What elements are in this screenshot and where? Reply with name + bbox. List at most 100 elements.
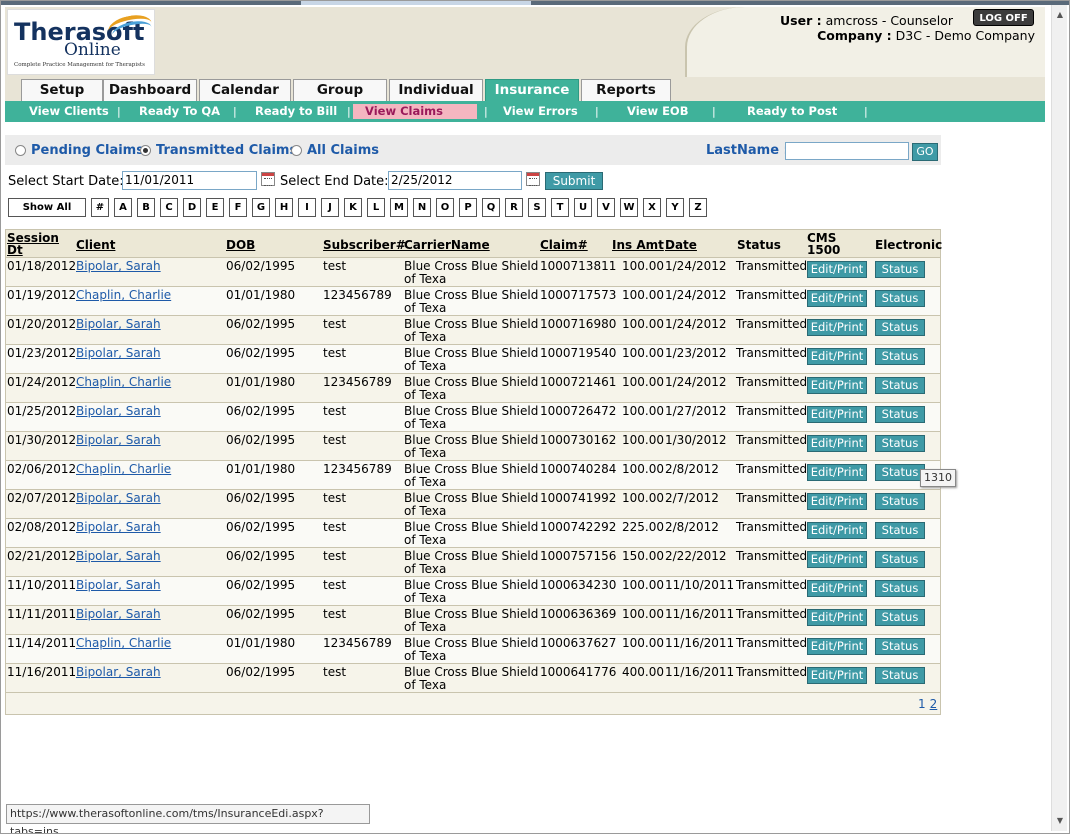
cell-client-link[interactable]: Chaplin, Charlie bbox=[76, 463, 171, 476]
status-button[interactable]: Status bbox=[875, 638, 925, 655]
subnav-ready-to-bill[interactable]: Ready to Bill bbox=[255, 104, 337, 119]
letter-button[interactable]: T bbox=[551, 198, 569, 217]
status-button[interactable]: Status bbox=[875, 261, 925, 278]
letter-button[interactable]: E bbox=[206, 198, 224, 217]
subnav-view-claims[interactable]: View Claims bbox=[353, 104, 477, 119]
therasoft-logo[interactable]: Therasoft Online Complete Practice Manag… bbox=[7, 9, 155, 75]
letter-button[interactable]: O bbox=[436, 198, 454, 217]
cell-client-link[interactable]: Bipolar, Sarah bbox=[76, 579, 161, 592]
edit-print-button[interactable]: Edit/Print bbox=[807, 464, 867, 481]
radio-label-all[interactable]: All Claims bbox=[307, 143, 379, 158]
tab-dashboard[interactable]: Dashboard bbox=[103, 79, 197, 101]
letter-button[interactable]: A bbox=[114, 198, 132, 217]
cell-client-link[interactable]: Bipolar, Sarah bbox=[76, 434, 161, 447]
cell-client-link[interactable]: Bipolar, Sarah bbox=[76, 666, 161, 679]
cell-client-link[interactable]: Bipolar, Sarah bbox=[76, 405, 161, 418]
cell-client-link[interactable]: Bipolar, Sarah bbox=[76, 550, 161, 563]
subnav-view-clients[interactable]: View Clients bbox=[29, 104, 109, 119]
letter-button[interactable]: W bbox=[620, 198, 638, 217]
letter-button[interactable]: J bbox=[321, 198, 339, 217]
subnav-view-eob[interactable]: View EOB bbox=[627, 104, 688, 119]
letter-button[interactable]: D bbox=[183, 198, 201, 217]
header-session-dt[interactable]: Session Dt bbox=[7, 232, 67, 256]
status-button[interactable]: Status bbox=[875, 406, 925, 423]
end-date-input[interactable]: 2/25/2012 bbox=[388, 171, 522, 190]
tab-reports[interactable]: Reports bbox=[581, 79, 671, 101]
cell-client-link[interactable]: Bipolar, Sarah bbox=[76, 260, 161, 273]
status-button[interactable]: Status bbox=[875, 464, 925, 481]
header-claim[interactable]: Claim# bbox=[540, 239, 588, 251]
edit-print-button[interactable]: Edit/Print bbox=[807, 261, 867, 278]
header-subscriber[interactable]: Subscriber# bbox=[323, 239, 406, 251]
lastname-input[interactable] bbox=[785, 142, 909, 160]
edit-print-button[interactable]: Edit/Print bbox=[807, 609, 867, 626]
status-button[interactable]: Status bbox=[875, 551, 925, 568]
logoff-button[interactable]: LOG OFF bbox=[973, 9, 1034, 26]
status-button[interactable]: Status bbox=[875, 522, 925, 539]
vertical-scrollbar[interactable]: ▲ ▼ bbox=[1051, 5, 1067, 831]
letter-button[interactable]: I bbox=[298, 198, 316, 217]
tab-individual[interactable]: Individual bbox=[389, 79, 483, 101]
header-client[interactable]: Client bbox=[76, 239, 115, 251]
letter-button[interactable]: R bbox=[505, 198, 523, 217]
letter-button[interactable]: V bbox=[597, 198, 615, 217]
header-carrier[interactable]: CarrierName bbox=[404, 239, 490, 251]
edit-print-button[interactable]: Edit/Print bbox=[807, 667, 867, 684]
subnav-view-errors[interactable]: View Errors bbox=[503, 104, 578, 119]
cell-client-link[interactable]: Bipolar, Sarah bbox=[76, 318, 161, 331]
tab-group[interactable]: Group bbox=[293, 79, 387, 101]
letter-button[interactable]: S bbox=[528, 198, 546, 217]
letter-button[interactable]: G bbox=[252, 198, 270, 217]
show-all-button[interactable]: Show All bbox=[8, 198, 86, 217]
cell-client-link[interactable]: Chaplin, Charlie bbox=[76, 376, 171, 389]
edit-print-button[interactable]: Edit/Print bbox=[807, 435, 867, 452]
edit-print-button[interactable]: Edit/Print bbox=[807, 580, 867, 597]
header-ins-amt[interactable]: Ins Amt bbox=[612, 239, 664, 251]
letter-button[interactable]: Q bbox=[482, 198, 500, 217]
status-button[interactable]: Status bbox=[875, 319, 925, 336]
letter-button[interactable]: M bbox=[390, 198, 408, 217]
edit-print-button[interactable]: Edit/Print bbox=[807, 638, 867, 655]
cell-client-link[interactable]: Chaplin, Charlie bbox=[76, 289, 171, 302]
scroll-down-icon[interactable]: ▼ bbox=[1052, 813, 1068, 829]
subnav-ready-to-post[interactable]: Ready to Post bbox=[747, 104, 837, 119]
edit-print-button[interactable]: Edit/Print bbox=[807, 348, 867, 365]
tab-insurance[interactable]: Insurance bbox=[485, 79, 579, 101]
status-button[interactable]: Status bbox=[875, 377, 925, 394]
edit-print-button[interactable]: Edit/Print bbox=[807, 290, 867, 307]
letter-button[interactable]: H bbox=[275, 198, 293, 217]
tab-setup[interactable]: Setup bbox=[21, 79, 103, 101]
calendar-icon[interactable] bbox=[261, 172, 275, 186]
edit-print-button[interactable]: Edit/Print bbox=[807, 406, 867, 423]
header-date[interactable]: Date bbox=[665, 239, 697, 251]
submit-button[interactable]: Submit bbox=[545, 172, 603, 190]
radio-pending-claims[interactable] bbox=[15, 145, 26, 156]
letter-button[interactable]: C bbox=[160, 198, 178, 217]
letter-button[interactable]: U bbox=[574, 198, 592, 217]
letter-button[interactable]: B bbox=[137, 198, 155, 217]
subnav-ready-to-qa[interactable]: Ready To QA bbox=[139, 104, 220, 119]
cell-client-link[interactable]: Bipolar, Sarah bbox=[76, 492, 161, 505]
letter-button[interactable]: K bbox=[344, 198, 362, 217]
status-button[interactable]: Status bbox=[875, 290, 925, 307]
go-button[interactable]: GO bbox=[912, 143, 938, 161]
status-button[interactable]: Status bbox=[875, 667, 925, 684]
letter-button[interactable]: Z bbox=[689, 198, 707, 217]
page-1[interactable]: 1 bbox=[918, 697, 926, 711]
letter-button[interactable]: N bbox=[413, 198, 431, 217]
status-button[interactable]: Status bbox=[875, 580, 925, 597]
page-2-link[interactable]: 2 bbox=[930, 697, 938, 711]
letter-button[interactable]: # bbox=[91, 198, 109, 217]
edit-print-button[interactable]: Edit/Print bbox=[807, 319, 867, 336]
calendar-icon[interactable] bbox=[526, 172, 540, 186]
edit-print-button[interactable]: Edit/Print bbox=[807, 377, 867, 394]
letter-button[interactable]: P bbox=[459, 198, 477, 217]
status-button[interactable]: Status bbox=[875, 609, 925, 626]
edit-print-button[interactable]: Edit/Print bbox=[807, 551, 867, 568]
radio-label-transmitted[interactable]: Transmitted Claims bbox=[156, 143, 297, 158]
radio-transmitted-claims[interactable] bbox=[140, 145, 151, 156]
letter-button[interactable]: L bbox=[367, 198, 385, 217]
start-date-input[interactable]: 11/01/2011 bbox=[122, 171, 257, 190]
cell-client-link[interactable]: Bipolar, Sarah bbox=[76, 521, 161, 534]
letter-button[interactable]: F bbox=[229, 198, 247, 217]
